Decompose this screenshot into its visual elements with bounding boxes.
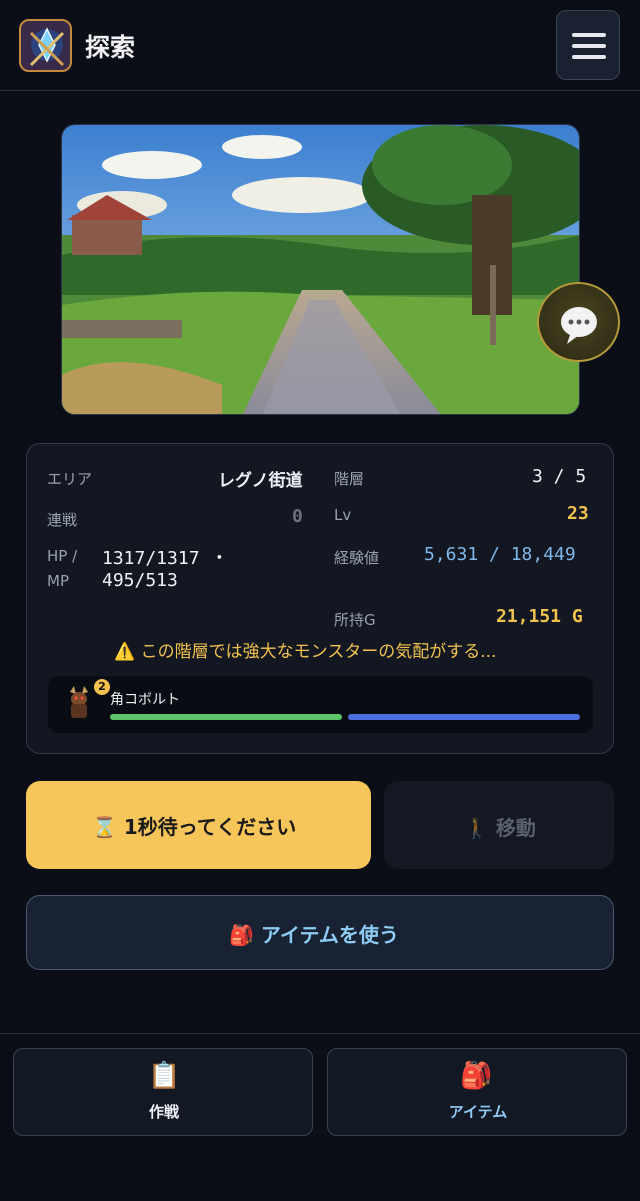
hourglass-icon: ⌛ <box>92 815 117 839</box>
wait-button[interactable]: ⌛ 1秒待ってください <box>26 781 371 869</box>
wait-button-label: 1秒待ってください <box>123 815 297 839</box>
monster-mp-bar <box>348 714 580 720</box>
monster-count-badge: 2 <box>94 679 110 695</box>
floor-value: 3 / 5 <box>532 466 587 487</box>
move-button[interactable]: 🚶 移動 <box>384 781 614 869</box>
menu-icon-line <box>572 55 606 59</box>
gold-value: 21,151 G <box>496 606 583 627</box>
backpack-icon: 🎒 <box>229 923 254 947</box>
area-scene-image <box>61 124 580 415</box>
use-item-label: アイテムを使う <box>260 923 399 947</box>
nav-strategy-button[interactable]: 📋 作戦 <box>13 1048 313 1136</box>
streak-value: 0 <box>292 506 303 527</box>
exp-value: 5,631 / 18,449 <box>424 544 576 565</box>
area-label: エリア <box>47 470 93 488</box>
menu-icon-line <box>572 44 606 48</box>
monster-hp-fill <box>110 714 342 720</box>
kobold-monster-icon <box>70 686 88 718</box>
page-title: 探索 <box>85 33 136 62</box>
hp-label: HP / <box>47 547 78 565</box>
gold-label: 所持G <box>334 611 376 629</box>
use-item-button[interactable]: 🎒 アイテムを使う <box>26 895 614 970</box>
mp-label: MP <box>47 572 69 590</box>
nav-items-label: アイテム <box>448 1103 508 1121</box>
monster-status-bar: 2 角コボルト <box>48 676 593 733</box>
streak-label: 連戦 <box>47 511 78 529</box>
warning-text: この階層では強大なモンスターの気配がする... <box>140 642 497 662</box>
area-value: レグノ街道 <box>218 471 303 491</box>
backpack-icon: 🎒 <box>460 1061 493 1091</box>
speech-bubble-icon <box>561 307 597 344</box>
warning-icon: ⚠️ <box>114 642 136 662</box>
chat-button[interactable] <box>537 282 620 362</box>
walking-icon: 🚶 <box>464 816 489 840</box>
mp-value: 495/513 <box>102 570 178 591</box>
level-label: Lv <box>334 506 352 524</box>
move-button-label: 移動 <box>495 816 536 840</box>
monster-hp-bar <box>110 714 342 720</box>
app-header: 探索 <box>0 0 640 91</box>
hamburger-menu-button[interactable] <box>556 10 620 80</box>
floor-label: 階層 <box>334 470 365 488</box>
exp-label: 経験値 <box>334 549 380 567</box>
level-value: 23 <box>567 503 589 524</box>
nav-items-button[interactable]: 🎒 アイテム <box>327 1048 627 1136</box>
menu-icon <box>572 33 606 37</box>
clipboard-icon: 📋 <box>148 1061 181 1091</box>
monster-mp-fill <box>348 714 580 720</box>
app-logo-icon <box>19 19 72 72</box>
nav-strategy-label: 作戦 <box>148 1103 179 1121</box>
hp-value: 1317/1317 ・ <box>102 548 229 569</box>
monster-name: 角コボルト <box>110 692 180 708</box>
danger-warning: ⚠️ この階層では強大なモンスターの気配がする... <box>114 637 496 662</box>
